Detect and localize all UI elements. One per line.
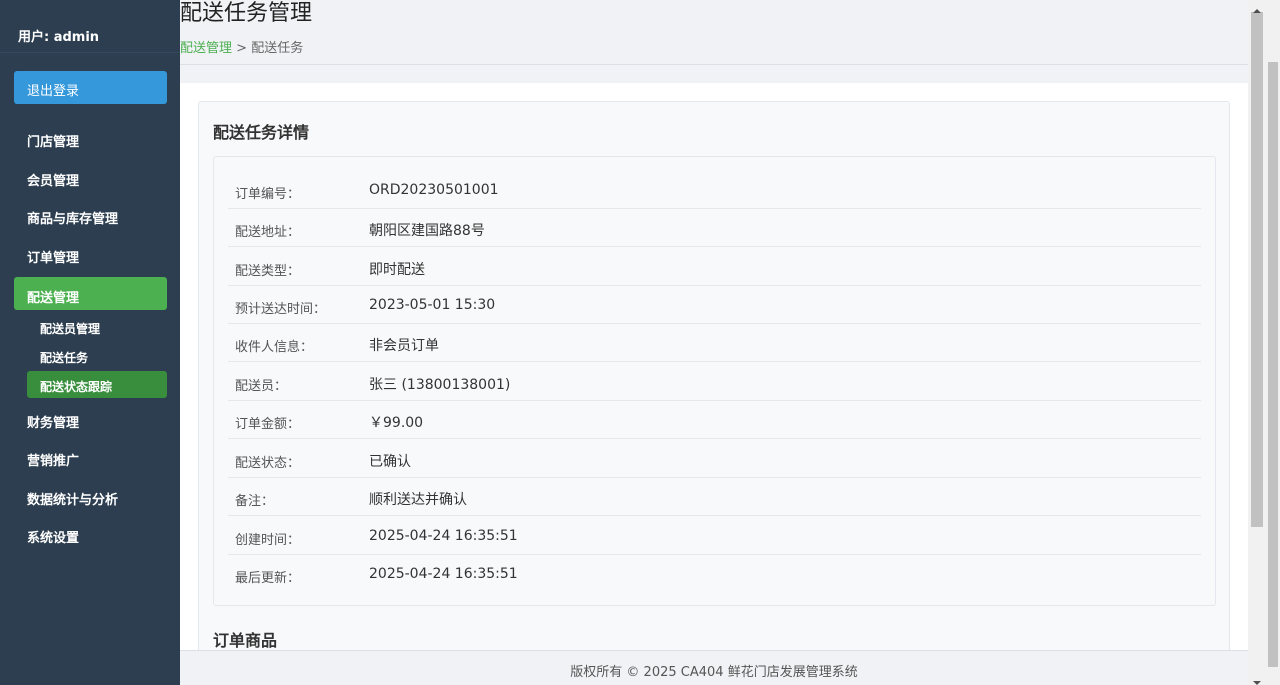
row-label: 订单编号： [235,187,301,202]
sidebar-item-order[interactable]: 订单管理 [14,237,167,270]
footer: 版权所有 © 2025 CA404 鲜花门店发展管理系统 [180,650,1248,685]
row-value: 已确认 [369,454,411,470]
detail-row-eta: 预计送达时间： 2023-05-01 15:30 [228,286,1201,324]
card-title: 配送任务详情 [213,123,310,142]
detail-row-address: 配送地址： 朝阳区建国路88号 [228,209,1201,247]
sidebar-item-settings[interactable]: 系统设置 [14,517,167,550]
scroll-up-icon[interactable] [1251,1,1263,13]
row-label: 最后更新： [235,571,301,586]
detail-row-recipient: 收件人信息： 非会员订单 [228,324,1201,362]
detail-row-status: 配送状态： 已确认 [228,440,1201,478]
sidebar: 用户: admin 退出登录 门店管理 会员管理 商品与库存管理 订单管理 配送… [0,0,180,685]
page-header: 配送任务管理 配送管理 > 配送任务 [180,0,1248,65]
order-products-title: 订单商品 [213,631,278,650]
inner-scrollbar-thumb[interactable] [1251,12,1263,527]
content-panel: 配送任务详情 订单编号： ORD20230501001 配送地址： 朝阳区建国路88… [180,83,1248,650]
row-label: 配送员： [235,379,288,394]
sidebar-subitem-courier[interactable]: 配送员管理 [27,313,167,340]
page-title: 配送任务管理 [180,1,313,26]
row-label: 创建时间： [235,533,301,548]
detail-box: 订单编号： ORD20230501001 配送地址： 朝阳区建国路88号 配送类型：… [213,156,1216,606]
breadcrumb-current: 配送任务 [251,41,304,56]
row-value: 朝阳区建国路88号 [369,223,485,239]
logout-button[interactable]: 退出登录 [14,71,167,104]
sidebar-item-member[interactable]: 会员管理 [14,160,167,193]
sidebar-item-finance[interactable]: 财务管理 [14,402,167,435]
sidebar-item-analytics[interactable]: 数据统计与分析 [14,479,167,512]
scroll-down-icon[interactable] [1251,673,1263,685]
row-label: 收件人信息： [235,340,314,355]
row-value: 2023-05-01 15:30 [369,297,496,313]
row-value: 非会员订单 [369,338,439,354]
row-label: 配送地址： [235,225,301,240]
sidebar-item-product-inventory[interactable]: 商品与库存管理 [14,198,167,231]
breadcrumb: 配送管理 > 配送任务 [180,37,303,56]
row-label: 备注： [235,494,275,509]
sidebar-subitem-delivery-tracking[interactable]: 配送状态跟踪 [27,371,167,398]
sidebar-item-delivery[interactable]: 配送管理 [14,277,167,310]
detail-row-courier: 配送员： 张三 (13800138001) [228,363,1201,401]
detail-row-created: 创建时间： 2025-04-24 16:35:51 [228,517,1201,555]
detail-row-note: 备注： 顺利送达并确认 [228,478,1201,516]
row-value: 张三 (13800138001) [369,377,511,393]
row-label: 配送类型： [235,264,301,279]
page-scrollbar-thumb[interactable] [1268,62,1278,667]
row-value: 2025-04-24 16:35:51 [369,528,518,544]
breadcrumb-separator: > [236,41,248,56]
row-label: 配送状态： [235,456,301,471]
row-value: 2025-04-24 16:35:51 [369,566,518,582]
row-value: ORD20230501001 [369,182,499,198]
row-label: 订单金额： [235,417,301,432]
user-label: 用户: admin [0,0,180,53]
main-area: 配送任务管理 配送管理 > 配送任务 配送任务详情 订单编号： ORD202305… [180,0,1248,685]
row-value: ￥99.00 [369,415,424,431]
breadcrumb-link-delivery[interactable]: 配送管理 [180,41,232,56]
detail-row-amount: 订单金额： ￥99.00 [228,401,1201,439]
detail-row-type: 配送类型： 即时配送 [228,248,1201,286]
row-value: 顺利送达并确认 [369,492,467,508]
sidebar-subitem-delivery-task[interactable]: 配送任务 [27,342,167,369]
row-label: 预计送达时间： [235,302,327,317]
sidebar-item-store[interactable]: 门店管理 [14,121,167,154]
row-value: 即时配送 [369,262,425,278]
detail-row-updated: 最后更新： 2025-04-24 16:35:51 [228,555,1201,593]
detail-row-order-no: 订单编号： ORD20230501001 [228,171,1201,209]
detail-card: 配送任务详情 订单编号： ORD20230501001 配送地址： 朝阳区建国路88… [198,101,1230,650]
sidebar-item-marketing[interactable]: 营销推广 [14,440,167,473]
